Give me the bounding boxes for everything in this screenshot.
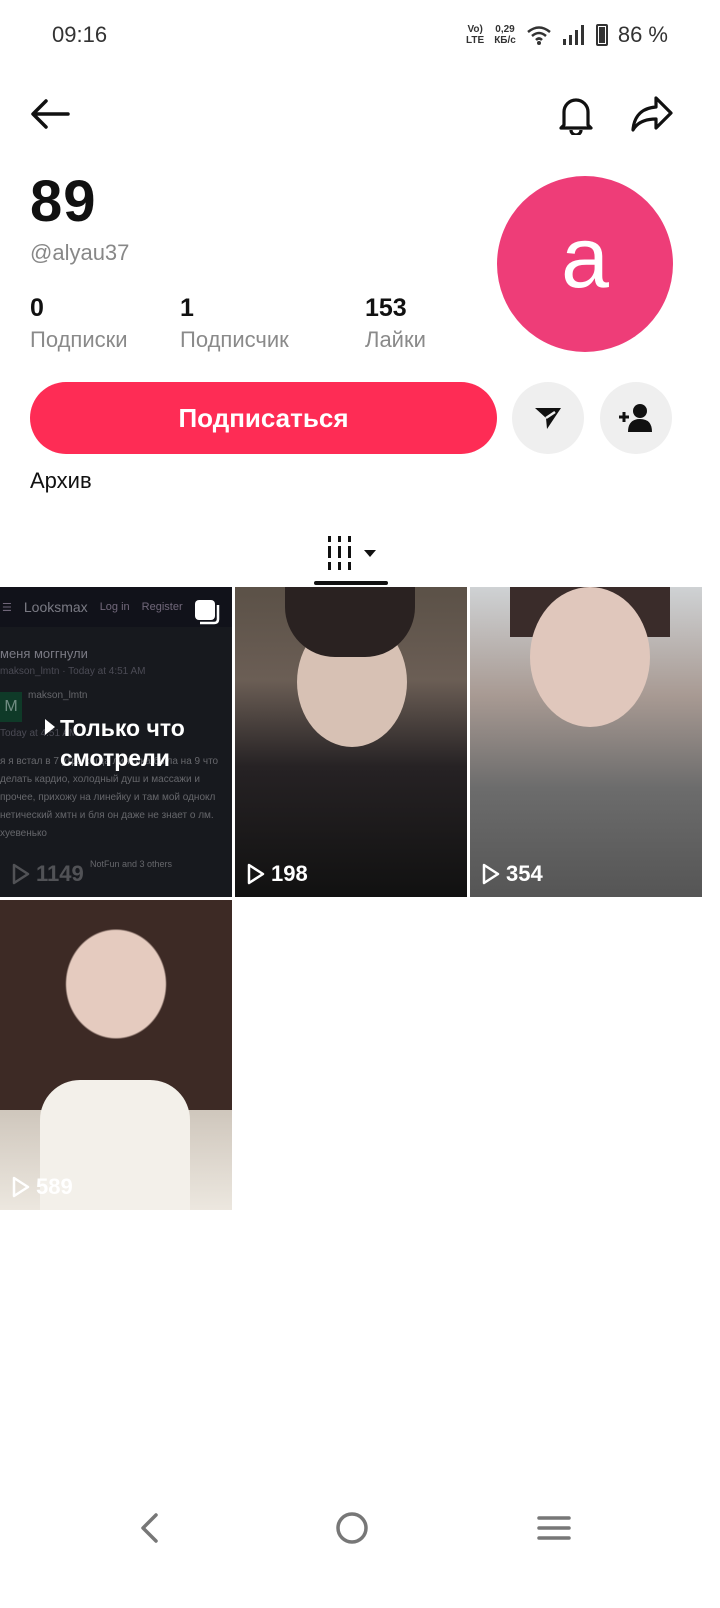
add-user-icon [619, 404, 652, 432]
stat-value: 0 [30, 294, 44, 322]
status-time: 09:16 [52, 22, 108, 47]
follow-button[interactable]: Подписаться [30, 382, 497, 454]
play-outline-icon [12, 863, 30, 885]
arrow-left-icon [31, 99, 70, 129]
archive-label[interactable]: Архив [30, 468, 92, 494]
stat-label: Лайки [365, 327, 426, 352]
tab-active-indicator [314, 581, 388, 585]
tab-videos[interactable] [314, 520, 388, 586]
recently-watched-label: Только что смотрели [44, 713, 224, 773]
stat-label: Подписки [30, 327, 128, 352]
video-thumbnail[interactable]: ☰ Looksmax Log in Register меня моггнули… [0, 587, 232, 897]
volte-indicator: Vo) LTE [466, 24, 485, 46]
back-button[interactable] [22, 86, 78, 142]
thumbnail-image [530, 587, 650, 727]
view-count: 589 [12, 1174, 73, 1200]
thumbnail-image-detail [285, 587, 415, 657]
stat-value: 1 [180, 294, 194, 322]
stat-value: 153 [365, 294, 407, 322]
video-thumbnail[interactable]: 354 [470, 587, 702, 897]
thumbnail-image [0, 900, 232, 1110]
video-thumbnail[interactable]: 198 [235, 587, 467, 897]
stat-likes[interactable]: 153 Лайки [365, 294, 426, 353]
view-count: 354 [482, 861, 543, 887]
chevron-left-icon [141, 1513, 158, 1543]
menu-icon [537, 1516, 571, 1540]
content-tabs [0, 520, 720, 586]
battery-level: 86 % [617, 22, 668, 47]
share-arrow-icon [631, 96, 673, 132]
message-button[interactable] [512, 382, 584, 454]
stat-label: Подписчик [180, 327, 289, 352]
stat-following[interactable]: 0 Подписки [30, 294, 128, 353]
stat-followers[interactable]: 1 Подписчик [180, 294, 289, 353]
system-nav-bar [0, 1490, 720, 1570]
home-circle-icon [336, 1512, 368, 1544]
signal-icon [562, 25, 584, 45]
play-outline-icon [247, 863, 265, 885]
videos-grid-icon [328, 536, 351, 570]
play-filled-icon [45, 719, 55, 735]
wifi-icon [527, 26, 551, 45]
view-count: 1149 [12, 861, 84, 887]
notifications-button[interactable] [548, 86, 604, 142]
add-friend-button[interactable] [600, 382, 672, 454]
status-bar: 09:16 Vo) LTE 0,29 КБ/с 86 % [0, 0, 720, 70]
system-home-button[interactable] [332, 1508, 372, 1548]
network-speed: 0,29 КБ/с [494, 24, 516, 46]
play-outline-icon [482, 863, 500, 885]
display-name: 89 [30, 169, 97, 234]
send-icon [535, 408, 561, 429]
caret-down-icon [364, 550, 376, 557]
bell-icon [559, 98, 593, 135]
system-back-button[interactable] [130, 1508, 170, 1548]
top-nav [0, 80, 720, 150]
video-thumbnail[interactable]: 589 [0, 900, 232, 1210]
username: @alyau37 [30, 240, 130, 265]
multiple-items-icon [195, 600, 220, 625]
avatar[interactable]: a [497, 176, 673, 352]
system-recents-button[interactable] [534, 1508, 574, 1548]
play-outline-icon [12, 1176, 30, 1198]
battery-icon [595, 24, 608, 46]
status-icons: Vo) LTE 0,29 КБ/с 86 % [466, 18, 668, 52]
view-count: 198 [247, 861, 308, 887]
share-button[interactable] [624, 86, 680, 142]
